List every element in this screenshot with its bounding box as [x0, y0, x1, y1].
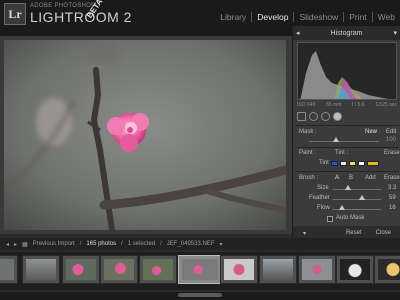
brush-label: Brush :	[299, 175, 319, 181]
exposure-slider[interactable]	[309, 141, 379, 142]
size-label: Size	[317, 185, 329, 191]
filmstrip-header: ◂ ▸ ▦ Previous Import / 165 photos / 1 s…	[0, 238, 400, 250]
collapse-icon[interactable]: ▾	[303, 230, 306, 237]
flow-value: 16	[389, 205, 396, 211]
close-button[interactable]: Close	[376, 230, 391, 236]
filmstrip-thumb[interactable]	[62, 255, 100, 284]
exposure-value: 100	[386, 137, 397, 143]
module-print[interactable]: Print	[343, 12, 371, 22]
histogram-header[interactable]: ◂ Histogram ▾	[293, 26, 400, 40]
feather-label: Feather	[309, 195, 330, 201]
filmstrip-thumb[interactable]	[139, 255, 177, 284]
filmstrip-thumb[interactable]	[336, 255, 374, 284]
tint-swatch-gold[interactable]	[367, 161, 379, 166]
tint-swatch-white[interactable]	[340, 161, 347, 166]
filmstrip-thumb[interactable]	[259, 255, 297, 284]
app-name: LIGHTROOM 2	[30, 9, 132, 25]
module-slideshow[interactable]: Slideshow	[293, 12, 343, 22]
filmstrip-scrollbar[interactable]	[178, 293, 222, 297]
filmstrip	[0, 252, 400, 290]
tint-label: Tint :	[335, 150, 349, 156]
aperture: f / 5.6	[352, 102, 365, 108]
size-slider[interactable]	[333, 189, 381, 190]
reset-button[interactable]: Reset	[346, 230, 362, 236]
collapse-triangle-icon: ▾	[393, 30, 397, 37]
filmstrip-thumb[interactable]	[374, 255, 400, 284]
module-picker: Library Develop Slideshow Print Web	[215, 12, 400, 22]
shutter-speed: 1/125 sec	[375, 102, 397, 108]
exif-info: ISO 640 55 mm f / 5.6 1/125 sec	[297, 102, 397, 108]
auto-mask-checkbox[interactable]	[327, 216, 333, 222]
brush-a-button[interactable]: A	[335, 175, 339, 181]
filmstrip-thumb[interactable]	[100, 255, 138, 284]
tint-row-label: Tint	[319, 160, 329, 166]
feather-slider-knob[interactable]	[359, 195, 365, 200]
filmstrip-thumb[interactable]	[298, 255, 336, 284]
tint-swatch-blue[interactable]	[331, 161, 338, 166]
spot-removal-icon[interactable]	[309, 111, 318, 121]
auto-mask-label: Auto Mask	[336, 215, 365, 221]
feather-value: 59	[389, 195, 396, 201]
module-web[interactable]: Web	[371, 12, 400, 22]
mask-edit-button[interactable]: Edit	[386, 129, 396, 135]
lightroom-logo: Lr	[4, 3, 26, 25]
size-value: 3.3	[388, 185, 397, 191]
main-photo[interactable]	[4, 40, 286, 230]
filmstrip-thumb[interactable]	[0, 255, 18, 284]
develop-panel: ◂ Histogram ▾ ISO 640 55 mm f / 5.6 1/12…	[292, 26, 400, 240]
filename: JEF_049533.NEF	[166, 241, 215, 247]
photo-count: 165 photos	[86, 241, 117, 247]
chevron-left-icon: ◂	[296, 30, 300, 37]
brush-b-button[interactable]: B	[349, 175, 353, 181]
grid-icon[interactable]: ▦	[22, 241, 28, 248]
histogram-graph	[297, 42, 397, 100]
selected-count: 1 selected	[127, 241, 156, 247]
feather-slider[interactable]	[333, 199, 381, 200]
size-slider-knob[interactable]	[345, 185, 351, 190]
flow-label: Flow	[317, 205, 330, 211]
module-library[interactable]: Library	[215, 12, 251, 22]
mask-label: Mask :	[299, 129, 317, 135]
filmstrip-source[interactable]: Previous Import	[33, 241, 75, 247]
tint-swatch-yellow[interactable]	[349, 161, 356, 166]
back-arrow-icon[interactable]: ◂	[6, 241, 9, 248]
paint-erase-button[interactable]: Erase	[384, 150, 400, 156]
brush-erase-button[interactable]: Erase	[384, 175, 400, 181]
exposure-slider-knob[interactable]	[333, 137, 339, 142]
dropdown-arrow-icon[interactable]: ▾	[220, 241, 223, 248]
flow-slider-knob[interactable]	[339, 205, 345, 210]
adjustment-brush-icon[interactable]	[333, 111, 342, 121]
filmstrip-thumb[interactable]	[220, 255, 258, 284]
filmstrip-thumb-selected[interactable]	[178, 255, 222, 284]
image-view	[0, 36, 292, 234]
forward-arrow-icon[interactable]: ▸	[14, 241, 17, 248]
tool-strip	[297, 110, 397, 122]
crop-tool-icon[interactable]	[297, 111, 306, 121]
red-eye-icon[interactable]	[321, 111, 330, 121]
paint-label: Paint :	[299, 150, 317, 156]
mask-new-button[interactable]: New	[365, 129, 377, 135]
module-develop[interactable]: Develop	[251, 12, 293, 22]
focal-length: 55 mm	[326, 102, 342, 108]
filmstrip-thumb[interactable]	[22, 255, 60, 284]
iso-value: ISO 640	[297, 102, 316, 108]
histogram-title: Histogram	[330, 29, 363, 37]
tint-swatch-light[interactable]	[358, 161, 365, 166]
brush-add-button[interactable]: Add	[365, 175, 376, 181]
